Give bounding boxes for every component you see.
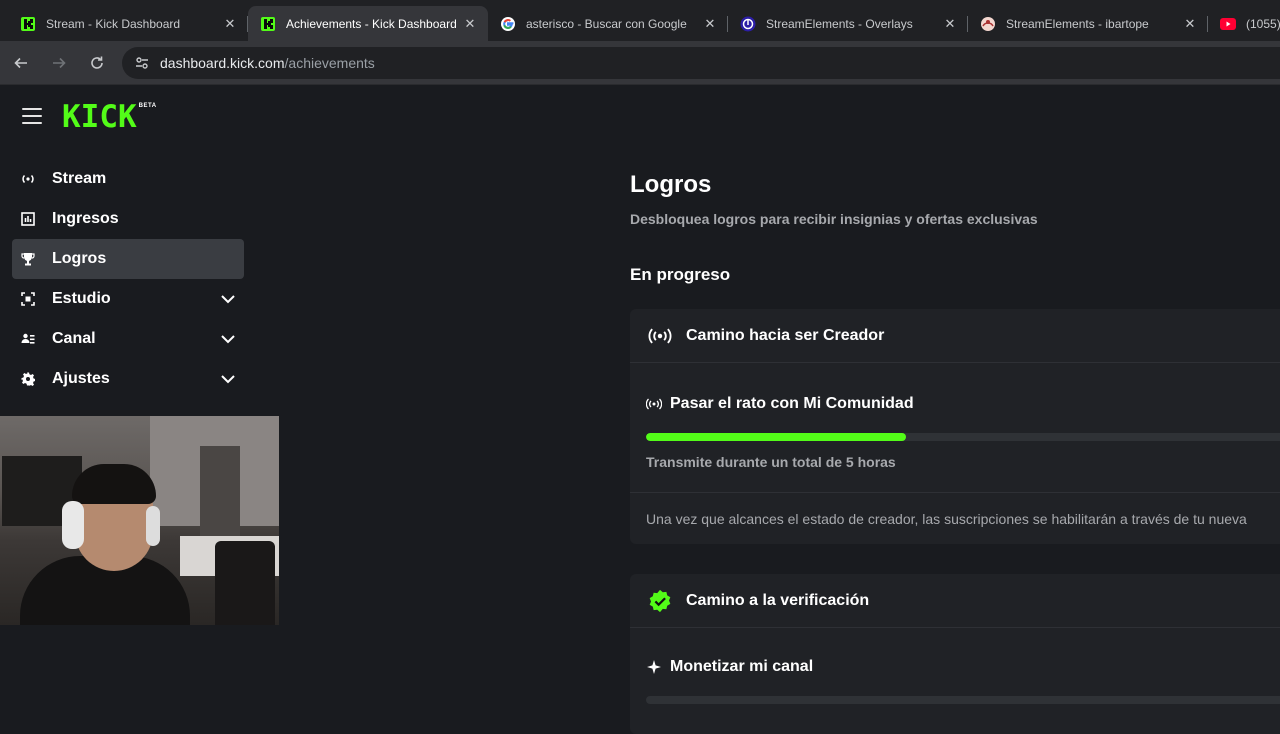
sidebar-nav: Stream Ingresos Logros Estudio Canal Aju… [12,159,244,399]
browser-tab[interactable]: StreamElements - ibartope ✕ [968,6,1208,41]
arrow-right-icon [53,57,66,68]
kick-icon [260,16,276,32]
achievement-task: Monetizar mi canal [630,628,1280,704]
sidebar-item-estudio[interactable]: Estudio [12,279,244,319]
studio-icon [20,291,36,307]
kick-logo[interactable]: KICK BETA [62,99,157,135]
page-subtitle: Desbloquea logros para recibir insignias… [630,211,1038,227]
browser-tab-bar: Stream - Kick Dashboard ✕ Achievements -… [0,0,1280,41]
gear-icon [20,371,36,387]
broadcast-small-icon [646,396,662,412]
page-title: Logros [630,171,712,198]
streamelements-icon [740,16,756,32]
broadcast-icon [648,324,672,348]
sidebar-item-label: Stream [52,170,107,187]
chevron-down-icon[interactable] [220,371,236,387]
webcam-overlay [0,416,279,625]
tab-title: (1055) Pr [1246,16,1280,31]
back-button[interactable] [4,46,38,80]
tab-title: Stream - Kick Dashboard [46,16,181,31]
channel-users-icon [20,331,36,347]
verified-badge-icon [648,589,672,613]
browser-tab-active[interactable]: Achievements - Kick Dashboard ✕ [248,6,488,41]
browser-tab[interactable]: asterisco - Buscar con Google ✕ [488,6,728,41]
url-host: dashboard.kick.com [160,54,285,71]
card-footer-note: Una vez que alcances el estado de creado… [630,492,1280,544]
sidebar-item-label: Logros [52,250,107,267]
browser-tab[interactable]: Stream - Kick Dashboard ✕ [8,6,248,41]
forward-button[interactable] [42,46,76,80]
google-icon [500,16,516,32]
task-description: Transmite durante un total de 5 horas [646,454,896,470]
sidebar-item-label: Ajustes [52,370,110,387]
card-header[interactable]: Camino hacia ser Creador [630,309,1280,363]
tab-title: Achievements - Kick Dashboard [286,16,456,31]
sidebar-item-stream[interactable]: Stream [12,159,244,199]
achievement-task: Pasar el rato con Mi Comunidad Transmite… [630,363,1280,470]
task-title: Monetizar mi canal [670,658,814,675]
broadcast-icon [20,171,36,187]
card-title: Camino hacia ser Creador [686,326,885,344]
kick-icon [20,16,36,32]
achievement-card-verification: Camino a la verificación Monetizar mi ca… [630,574,1280,734]
reload-button[interactable] [80,46,114,80]
tab-close-icon[interactable]: ✕ [1182,16,1198,32]
site-settings-icon[interactable] [132,53,152,73]
browser-toolbar: dashboard.kick.com/achievements [0,41,1280,85]
tab-close-icon[interactable]: ✕ [462,16,478,32]
chevron-down-icon[interactable] [220,291,236,307]
task-progress-bar [646,433,1280,441]
tab-title: StreamElements - ibartope [1006,16,1149,31]
sparkle-icon [646,659,662,675]
address-bar[interactable]: dashboard.kick.com/achievements [122,46,1280,79]
sidebar-item-label: Canal [52,330,96,347]
browser-tab[interactable]: (1055) Pr [1208,6,1280,41]
sidebar-item-logros[interactable]: Logros [12,239,244,279]
chevron-down-icon[interactable] [220,331,236,347]
sidebar-item-label: Estudio [52,290,111,307]
tab-title: asterisco - Buscar con Google [526,16,687,31]
beta-badge: BETA [138,103,157,109]
sidebar-item-ingresos[interactable]: Ingresos [12,199,244,239]
url-path: /achievements [284,54,375,71]
section-title-in-progress: En progreso [630,265,731,284]
reload-icon [91,56,103,69]
card-header[interactable]: Camino a la verificación [630,574,1280,628]
task-progress-fill [646,433,906,441]
card-title: Camino a la verificación [686,591,870,609]
tab-close-icon[interactable]: ✕ [222,16,238,32]
menu-hamburger-icon[interactable] [22,108,42,124]
achievement-card-creator: Camino hacia ser Creador Pasar el rato c… [630,309,1280,544]
tab-title: StreamElements - Overlays [766,16,913,31]
logo-wordmark: KICK [62,99,137,135]
youtube-icon [1220,16,1236,32]
sidebar-item-ajustes[interactable]: Ajustes [12,359,244,399]
streamelements-icon [980,16,996,32]
browser-tab[interactable]: StreamElements - Overlays ✕ [728,6,968,41]
kick-dashboard-page: KICK BETA Stream Ingresos Logros Estudio… [0,86,1280,734]
sidebar-item-canal[interactable]: Canal [12,319,244,359]
tab-close-icon[interactable]: ✕ [702,16,718,32]
sidebar-item-label: Ingresos [52,210,119,227]
task-title: Pasar el rato con Mi Comunidad [670,395,914,412]
trophy-icon [20,251,36,267]
chart-bars-icon [20,211,36,227]
tab-close-icon[interactable]: ✕ [942,16,958,32]
task-progress-bar [646,696,1280,704]
arrow-left-icon [14,57,27,68]
